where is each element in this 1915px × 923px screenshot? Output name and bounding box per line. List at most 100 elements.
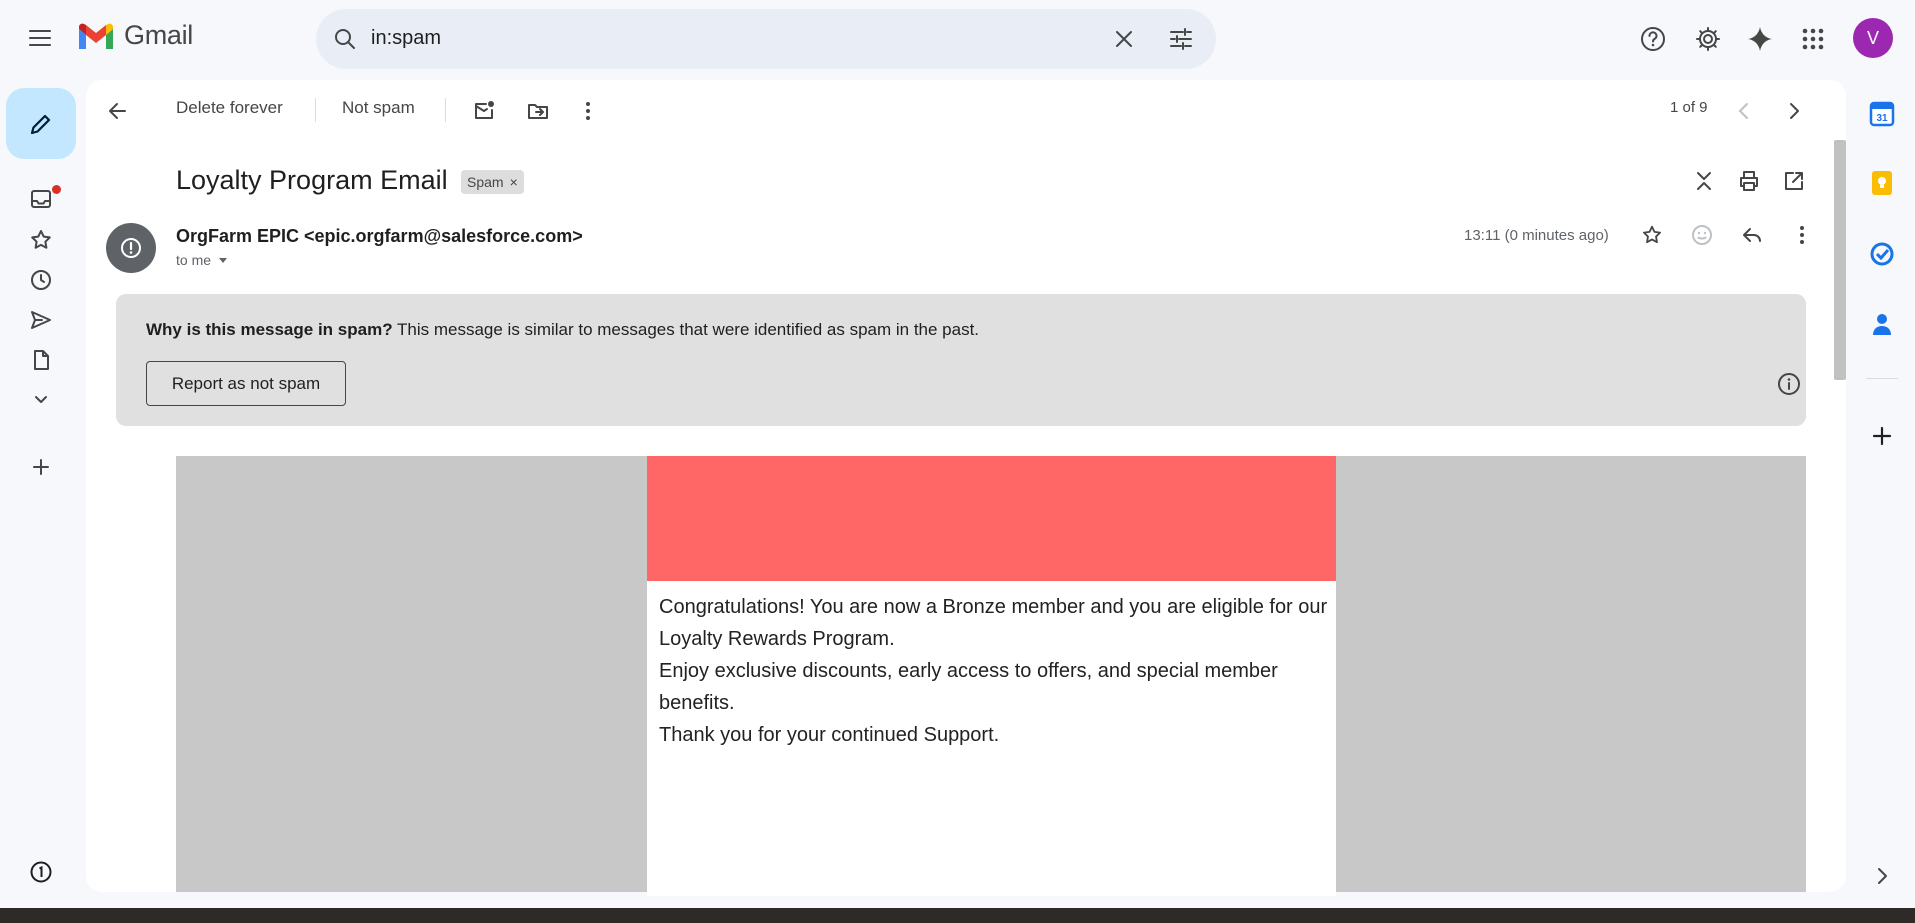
account-avatar[interactable]: V [1853, 18, 1893, 58]
back-button[interactable] [104, 97, 132, 125]
reply-icon [1743, 228, 1761, 242]
sender-name[interactable]: OrgFarm EPIC <epic.orgfarm@salesforce.co… [176, 226, 583, 247]
os-taskbar [0, 908, 1915, 923]
email-paragraph: Enjoy exclusive discounts, early access … [659, 660, 1278, 714]
plus-icon [1872, 426, 1892, 446]
report-not-spam-button[interactable]: Report as not spam [146, 361, 346, 406]
star-icon [1643, 225, 1661, 244]
arrow-back-icon [109, 103, 126, 119]
emoji-reaction-button[interactable] [1688, 221, 1716, 249]
nav-drafts[interactable] [27, 346, 55, 374]
nav-more[interactable] [27, 385, 55, 413]
search-input[interactable]: in:spam [371, 27, 441, 50]
pagination-count: 1 of 9 [1670, 99, 1708, 116]
support-button[interactable] [1633, 19, 1673, 59]
toolbar-divider [315, 98, 316, 122]
caret-down-icon [219, 258, 228, 263]
spam-reason: Why is this message in spam? This messag… [146, 320, 979, 340]
sparkle-icon [1748, 27, 1772, 51]
newer-button[interactable] [1730, 97, 1758, 125]
contacts-icon [1873, 314, 1891, 335]
gmail-m-icon [79, 23, 113, 49]
tasks-icon [1870, 242, 1894, 266]
keep-icon [1872, 171, 1892, 195]
compose-button[interactable] [6, 88, 76, 159]
info-button[interactable] [1776, 371, 1802, 397]
status-icon [30, 861, 52, 883]
chevron-down-icon [35, 396, 47, 403]
star-icon [31, 230, 51, 249]
help-icon [1641, 27, 1665, 51]
main-menu-button[interactable] [20, 18, 60, 58]
calendar-icon: 31 [1869, 101, 1895, 127]
email-body-background: Congratulations! You are now a Bronze me… [176, 456, 1806, 896]
print-button[interactable] [1735, 167, 1763, 195]
remove-label-icon[interactable]: × [510, 174, 518, 190]
star-button[interactable] [1638, 221, 1666, 249]
emoji-icon [1692, 225, 1712, 245]
plus-icon [33, 459, 49, 475]
sender-avatar [106, 223, 156, 273]
clock-icon [31, 270, 51, 290]
more-vert-icon [1800, 226, 1804, 244]
get-addons-button[interactable] [1866, 420, 1898, 452]
search-bar[interactable]: in:spam [316, 9, 1216, 69]
reply-button[interactable] [1738, 221, 1766, 249]
more-options-button[interactable] [574, 97, 602, 125]
apps-button[interactable] [1793, 19, 1833, 59]
chevron-left-icon [1738, 103, 1748, 119]
create-label-button[interactable] [27, 453, 55, 481]
more-vert-icon [586, 102, 590, 120]
message-more-button[interactable] [1788, 221, 1816, 249]
draft-icon [34, 350, 49, 370]
recipient-text: to me [176, 252, 212, 268]
chevron-right-icon [1878, 868, 1887, 884]
search-options-button[interactable] [1168, 26, 1194, 52]
recipient-details[interactable]: to me [176, 252, 229, 268]
clear-search-button[interactable] [1111, 26, 1137, 52]
tune-icon [1170, 28, 1192, 50]
nav-starred[interactable] [27, 226, 55, 254]
warning-icon [121, 238, 141, 258]
not-spam-button[interactable]: Not spam [342, 98, 415, 118]
message-subject: Loyalty Program Email [176, 165, 448, 195]
status-button[interactable] [27, 858, 55, 886]
mark-unread-icon [475, 101, 494, 119]
calendar-app-button[interactable]: 31 [1866, 98, 1898, 130]
collapse-icon [1697, 172, 1711, 190]
search-icon[interactable] [332, 26, 358, 52]
delete-forever-button[interactable]: Delete forever [176, 98, 283, 118]
mark-unread-button[interactable] [470, 97, 498, 125]
open-new-window-button[interactable] [1780, 167, 1808, 195]
spam-reason-title: Why is this message in spam? [146, 320, 393, 339]
app-name: Gmail [124, 20, 194, 50]
keep-app-button[interactable] [1866, 167, 1898, 199]
inbox-icon [31, 190, 51, 208]
gmail-logo[interactable]: Gmail [76, 20, 193, 51]
scrollbar-thumb[interactable] [1834, 140, 1846, 380]
spam-label-chip[interactable]: Spam × [461, 170, 524, 194]
older-button[interactable] [1780, 97, 1808, 125]
send-icon [31, 311, 51, 329]
move-to-button[interactable] [524, 97, 552, 125]
close-icon [1116, 31, 1132, 47]
email-paragraph: Thank you for your continued Support. [659, 724, 1000, 746]
show-side-panel-button[interactable] [1866, 860, 1898, 892]
nav-inbox[interactable] [27, 185, 55, 213]
settings-button[interactable] [1688, 19, 1728, 59]
email-paragraph: Congratulations! You are now a Bronze me… [659, 596, 1328, 650]
email-header-banner [647, 456, 1336, 581]
nav-sent[interactable] [27, 306, 55, 334]
email-content-card: Congratulations! You are now a Bronze me… [647, 456, 1336, 896]
chevron-right-icon [1790, 103, 1799, 119]
nav-snoozed[interactable] [27, 266, 55, 294]
collapse-all-button[interactable] [1690, 167, 1718, 195]
tasks-app-button[interactable] [1866, 238, 1898, 270]
side-panel-divider [1866, 378, 1898, 379]
message-time: 13:11 (0 minutes ago) [1464, 227, 1609, 244]
menu-icon [29, 30, 51, 46]
gemini-button[interactable] [1740, 19, 1780, 59]
folder-move-icon [528, 104, 548, 119]
spam-label-text: Spam [467, 174, 504, 190]
contacts-app-button[interactable] [1866, 308, 1898, 340]
